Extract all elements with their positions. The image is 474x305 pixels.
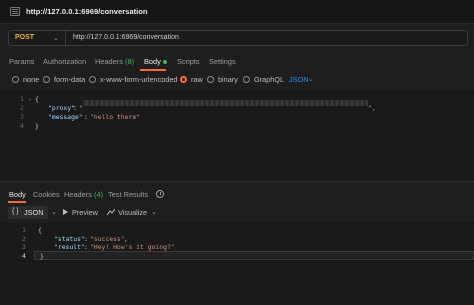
code-colon: :	[84, 243, 88, 251]
tab-headers[interactable]: Headers (8)	[95, 57, 134, 66]
tab-label: Test Results	[108, 190, 149, 199]
tab-label: Settings	[209, 57, 236, 66]
line-number: 4	[22, 252, 26, 260]
code-colon: :	[73, 104, 77, 112]
code-colon: :	[84, 235, 88, 243]
code-key-proxy: "proxy"	[48, 104, 75, 112]
response-format-label[interactable]: JSON	[24, 208, 43, 217]
response-tab-headers[interactable]: Headers (4)	[64, 190, 103, 199]
radio-raw[interactable]	[180, 76, 187, 83]
chevron-down-icon[interactable]: ⌄	[308, 75, 314, 83]
header-count: (8)	[125, 57, 135, 66]
radio-label-urlencoded[interactable]: x-www-form-urlencoded	[100, 75, 177, 84]
radio-label-form-data[interactable]: form-data	[54, 75, 85, 84]
radio-graphql[interactable]	[243, 76, 250, 83]
chevron-down-icon[interactable]: ⌄	[53, 34, 59, 42]
fold-chevron-icon[interactable]: ⌄	[28, 95, 32, 102]
url-separator	[65, 31, 66, 45]
code-open-brace: {	[35, 95, 39, 103]
tab-settings[interactable]: Settings	[209, 57, 236, 66]
radio-form-data[interactable]	[43, 76, 50, 83]
response-tab-cookies[interactable]: Cookies	[33, 190, 60, 199]
chevron-down-icon[interactable]: ⌄	[51, 208, 57, 216]
visualize-button[interactable]: Visualize	[118, 208, 147, 217]
chevron-down-icon[interactable]: ⌄	[151, 208, 157, 216]
redacted-proxy-value	[83, 100, 368, 106]
tab-body[interactable]: Body	[144, 57, 167, 66]
play-icon[interactable]	[63, 209, 68, 215]
active-response-tab-indicator	[8, 201, 26, 203]
response-tab-test-results[interactable]: Test Results	[108, 190, 148, 199]
radio-label-none[interactable]: none	[23, 75, 39, 84]
code-comma: ,	[124, 235, 128, 243]
line-number: 1	[20, 95, 24, 103]
code-key-status: "status"	[54, 235, 85, 243]
tab-authorization[interactable]: Authorization	[43, 57, 86, 66]
tab-label: Params	[9, 57, 35, 66]
code-value-status: "success"	[90, 235, 125, 243]
radio-urlencoded[interactable]	[89, 76, 96, 83]
tab-label: Cookies	[33, 190, 60, 199]
radio-label-binary[interactable]: binary	[218, 75, 238, 84]
radio-label-graphql[interactable]: GraphQL	[254, 75, 284, 84]
pane-divider[interactable]	[0, 181, 474, 182]
tab-label: Body	[144, 57, 161, 66]
code-key-result: "result"	[54, 243, 85, 251]
code-close-brace: }	[40, 252, 44, 260]
code-close-brace: }	[35, 122, 39, 130]
language-selector[interactable]: JSON	[289, 75, 308, 84]
line-number: 2	[22, 235, 26, 243]
body-indicator-dot	[162, 60, 167, 65]
response-tab-body[interactable]: Body	[9, 190, 26, 199]
tab-label: Body	[9, 190, 26, 199]
history-icon[interactable]	[156, 190, 164, 198]
url-input[interactable]: http://127.0.0.1:6969/conversation	[73, 34, 179, 41]
tab-label: Headers	[64, 190, 92, 199]
chart-icon[interactable]	[107, 208, 115, 216]
line-number: 3	[22, 243, 26, 251]
request-tab-icon	[10, 7, 20, 16]
tab-label: Scripts	[177, 57, 200, 66]
tab-params[interactable]: Params	[9, 57, 34, 66]
tab-scripts[interactable]: Scripts	[177, 57, 200, 66]
current-line-highlight	[34, 251, 474, 260]
line-number: 3	[20, 113, 24, 121]
radio-none[interactable]	[12, 76, 19, 83]
tab-label: Headers	[95, 57, 123, 66]
code-value-message: "hello there"	[90, 113, 141, 121]
line-number: 2	[20, 104, 24, 112]
code-value-result: "Hey! How's it going?"	[90, 243, 175, 251]
request-title[interactable]: http://127.0.0.1:6969/conversation	[26, 7, 148, 16]
radio-binary[interactable]	[207, 76, 214, 83]
line-number: 1	[22, 226, 26, 234]
line-number: 4	[20, 122, 24, 130]
radio-label-raw[interactable]: raw	[191, 75, 203, 84]
preview-button[interactable]: Preview	[72, 208, 98, 217]
method-selector[interactable]: POST	[15, 34, 34, 41]
tab-label: Authorization	[43, 57, 87, 66]
code-open-brace: {	[38, 226, 42, 234]
header-count: (4)	[94, 190, 104, 199]
code-colon: :	[84, 113, 88, 121]
code-key-message: "message"	[48, 113, 83, 121]
active-tab-indicator	[140, 69, 166, 71]
code-value-quote-end: ",	[368, 104, 376, 112]
braces-icon: { }	[12, 208, 19, 215]
